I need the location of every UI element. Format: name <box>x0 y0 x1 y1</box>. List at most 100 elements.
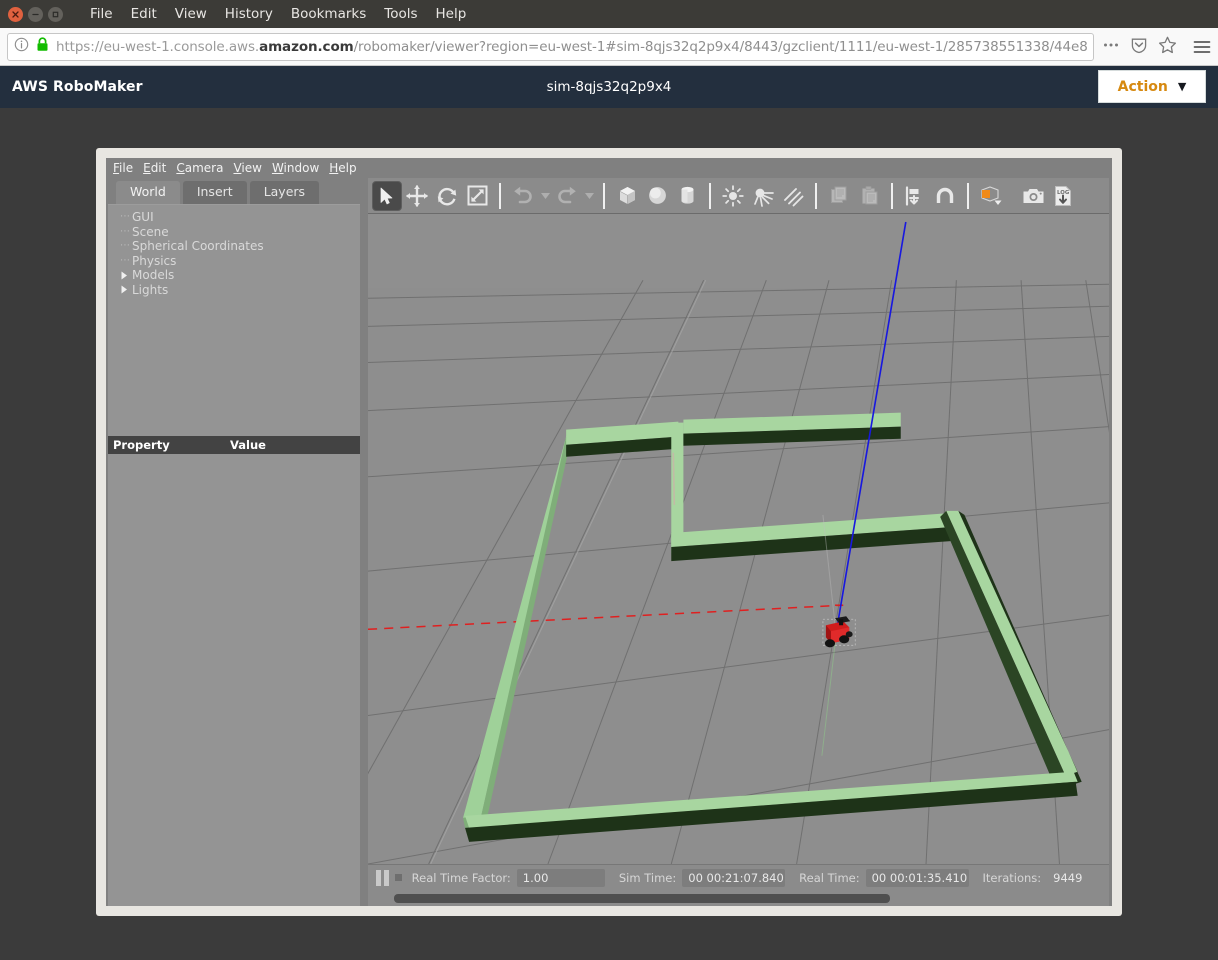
screenshot-icon[interactable] <box>1018 181 1048 211</box>
redo-dropdown-icon[interactable] <box>582 181 596 211</box>
url-scheme: https://eu-west-1.console.aws. <box>56 38 260 55</box>
tab-layers[interactable]: Layers <box>249 181 320 204</box>
menu-tools[interactable]: Tools <box>375 3 426 25</box>
insert-box-icon[interactable] <box>612 181 642 211</box>
view-angle-icon[interactable] <box>976 181 1006 211</box>
pause-icon[interactable] <box>376 869 389 886</box>
tree-item-label: Models <box>132 268 175 283</box>
sim-time-value: 00 00:21:07.840 <box>682 868 786 887</box>
tree-item-label: GUI <box>132 210 154 225</box>
real-time-factor-value: 1.00 <box>516 868 605 887</box>
gazebo-menu-window[interactable]: Window <box>270 160 327 176</box>
toolbar-separator <box>603 182 605 209</box>
menu-edit[interactable]: Edit <box>122 3 166 25</box>
snap-icon[interactable] <box>930 181 960 211</box>
tree-branch-icon: ⋯ <box>120 254 130 266</box>
close-window-button[interactable] <box>8 6 23 22</box>
tab-insert[interactable]: Insert <box>182 181 247 204</box>
gazebo-inner: File Edit Camera View Window Help World … <box>106 158 1112 906</box>
world-tree[interactable]: ⋯ GUI ⋯ Scene ⋯ Spherical Coordinates ⋯ … <box>108 204 360 436</box>
action-button-label: Action <box>1117 78 1168 95</box>
info-icon[interactable] <box>14 37 29 56</box>
value-column-header: Value <box>230 438 266 452</box>
rotate-mode-icon[interactable] <box>432 181 462 211</box>
address-bar[interactable]: https://eu-west-1.console.aws.amazon.com… <box>7 32 1094 61</box>
property-table-body[interactable] <box>108 454 360 906</box>
iterations-label: Iterations: <box>982 870 1042 885</box>
align-icon[interactable] <box>900 181 930 211</box>
maze-post <box>672 452 676 505</box>
real-time-factor-label: Real Time Factor: <box>411 870 511 885</box>
scrollbar-thumb[interactable] <box>394 893 891 903</box>
scale-mode-icon[interactable] <box>462 181 492 211</box>
window-controls <box>8 6 63 22</box>
tree-branch-icon: ⋯ <box>120 225 130 237</box>
navbar-icons <box>1094 36 1181 58</box>
gazebo-menu-view[interactable]: View <box>231 160 269 176</box>
tree-item-label: Spherical Coordinates <box>132 239 264 254</box>
translate-mode-icon[interactable] <box>402 181 432 211</box>
minimize-window-button[interactable] <box>28 6 43 22</box>
point-light-icon[interactable] <box>718 181 748 211</box>
gazebo-menu-camera[interactable]: Camera <box>174 160 231 176</box>
undo-dropdown-icon[interactable] <box>538 181 552 211</box>
tree-item-scene[interactable]: ⋯ Scene <box>120 225 360 240</box>
tree-item-models[interactable]: Models <box>120 268 360 283</box>
redo-icon[interactable] <box>552 181 582 211</box>
maximize-window-button[interactable] <box>48 6 63 22</box>
select-mode-icon[interactable] <box>372 180 402 211</box>
gazebo-toolbar: LOG <box>368 178 1109 214</box>
horizontal-scrollbar[interactable] <box>368 890 1109 906</box>
lock-icon[interactable] <box>36 37 49 56</box>
menu-bookmarks[interactable]: Bookmarks <box>282 3 375 25</box>
tree-item-lights[interactable]: Lights <box>120 283 360 298</box>
tree-item-gui[interactable]: ⋯ GUI <box>120 210 360 225</box>
gazebo-menu-file[interactable]: File <box>111 160 141 176</box>
sim-time-label: Sim Time: <box>618 870 677 885</box>
gazebo-menu-help[interactable]: Help <box>327 160 364 176</box>
property-table-header: Property Value <box>108 436 360 454</box>
directional-light-icon[interactable] <box>778 181 808 211</box>
gazebo-status-bar: Real Time Factor: 1.00 Sim Time: 00 00:2… <box>368 864 1109 890</box>
tree-item-physics[interactable]: ⋯ Physics <box>120 254 360 269</box>
expand-arrow-icon[interactable] <box>120 285 129 294</box>
menu-view[interactable]: View <box>166 3 216 25</box>
spot-light-icon[interactable] <box>748 181 778 211</box>
real-time-label: Real Time: <box>799 870 860 885</box>
gazebo-left-panel: World Insert Layers ⋯ GUI ⋯ Scene ⋯ Sphe… <box>108 178 360 906</box>
tree-item-label: Lights <box>132 282 169 297</box>
pocket-icon[interactable] <box>1130 36 1148 58</box>
copy-icon[interactable] <box>824 181 854 211</box>
menu-help[interactable]: Help <box>427 3 476 25</box>
url-domain: amazon.com <box>259 38 354 55</box>
hamburger-menu-icon[interactable] <box>1181 39 1211 55</box>
insert-sphere-icon[interactable] <box>642 181 672 211</box>
log-record-icon[interactable]: LOG <box>1048 181 1078 211</box>
gazebo-3d-viewport[interactable] <box>368 214 1109 864</box>
menu-file[interactable]: File <box>81 3 122 25</box>
simulation-name: sim-8qjs32q2p9x4 <box>546 79 672 95</box>
gazebo-menubar: File Edit Camera View Window Help <box>106 158 1112 178</box>
url-text[interactable]: https://eu-west-1.console.aws.amazon.com… <box>56 39 1087 55</box>
bookmark-star-icon[interactable] <box>1158 36 1177 58</box>
step-icon[interactable] <box>395 874 402 881</box>
property-column-header: Property <box>113 438 170 452</box>
insert-cylinder-icon[interactable] <box>672 181 702 211</box>
toolbar-separator <box>709 182 711 209</box>
gazebo-panel-tabs: World Insert Layers <box>108 178 360 204</box>
paste-icon[interactable] <box>854 181 884 211</box>
gazebo-body: World Insert Layers ⋯ GUI ⋯ Scene ⋯ Sphe… <box>106 178 1112 906</box>
expand-arrow-icon[interactable] <box>120 271 129 280</box>
tab-world[interactable]: World <box>116 181 180 204</box>
toolbar-separator <box>967 182 969 209</box>
overflow-menu-icon[interactable] <box>1102 37 1120 57</box>
tree-item-spherical-coordinates[interactable]: ⋯ Spherical Coordinates <box>120 239 360 254</box>
toolbar-separator <box>815 182 817 209</box>
browser-titlebar: File Edit View History Bookmarks Tools H… <box>0 0 1218 28</box>
toolbar-separator <box>499 182 501 209</box>
menu-history[interactable]: History <box>216 3 282 25</box>
tree-item-label: Scene <box>132 224 169 239</box>
action-button[interactable]: Action ▼ <box>1098 70 1206 103</box>
undo-icon[interactable] <box>508 181 538 211</box>
gazebo-menu-edit[interactable]: Edit <box>141 160 174 176</box>
